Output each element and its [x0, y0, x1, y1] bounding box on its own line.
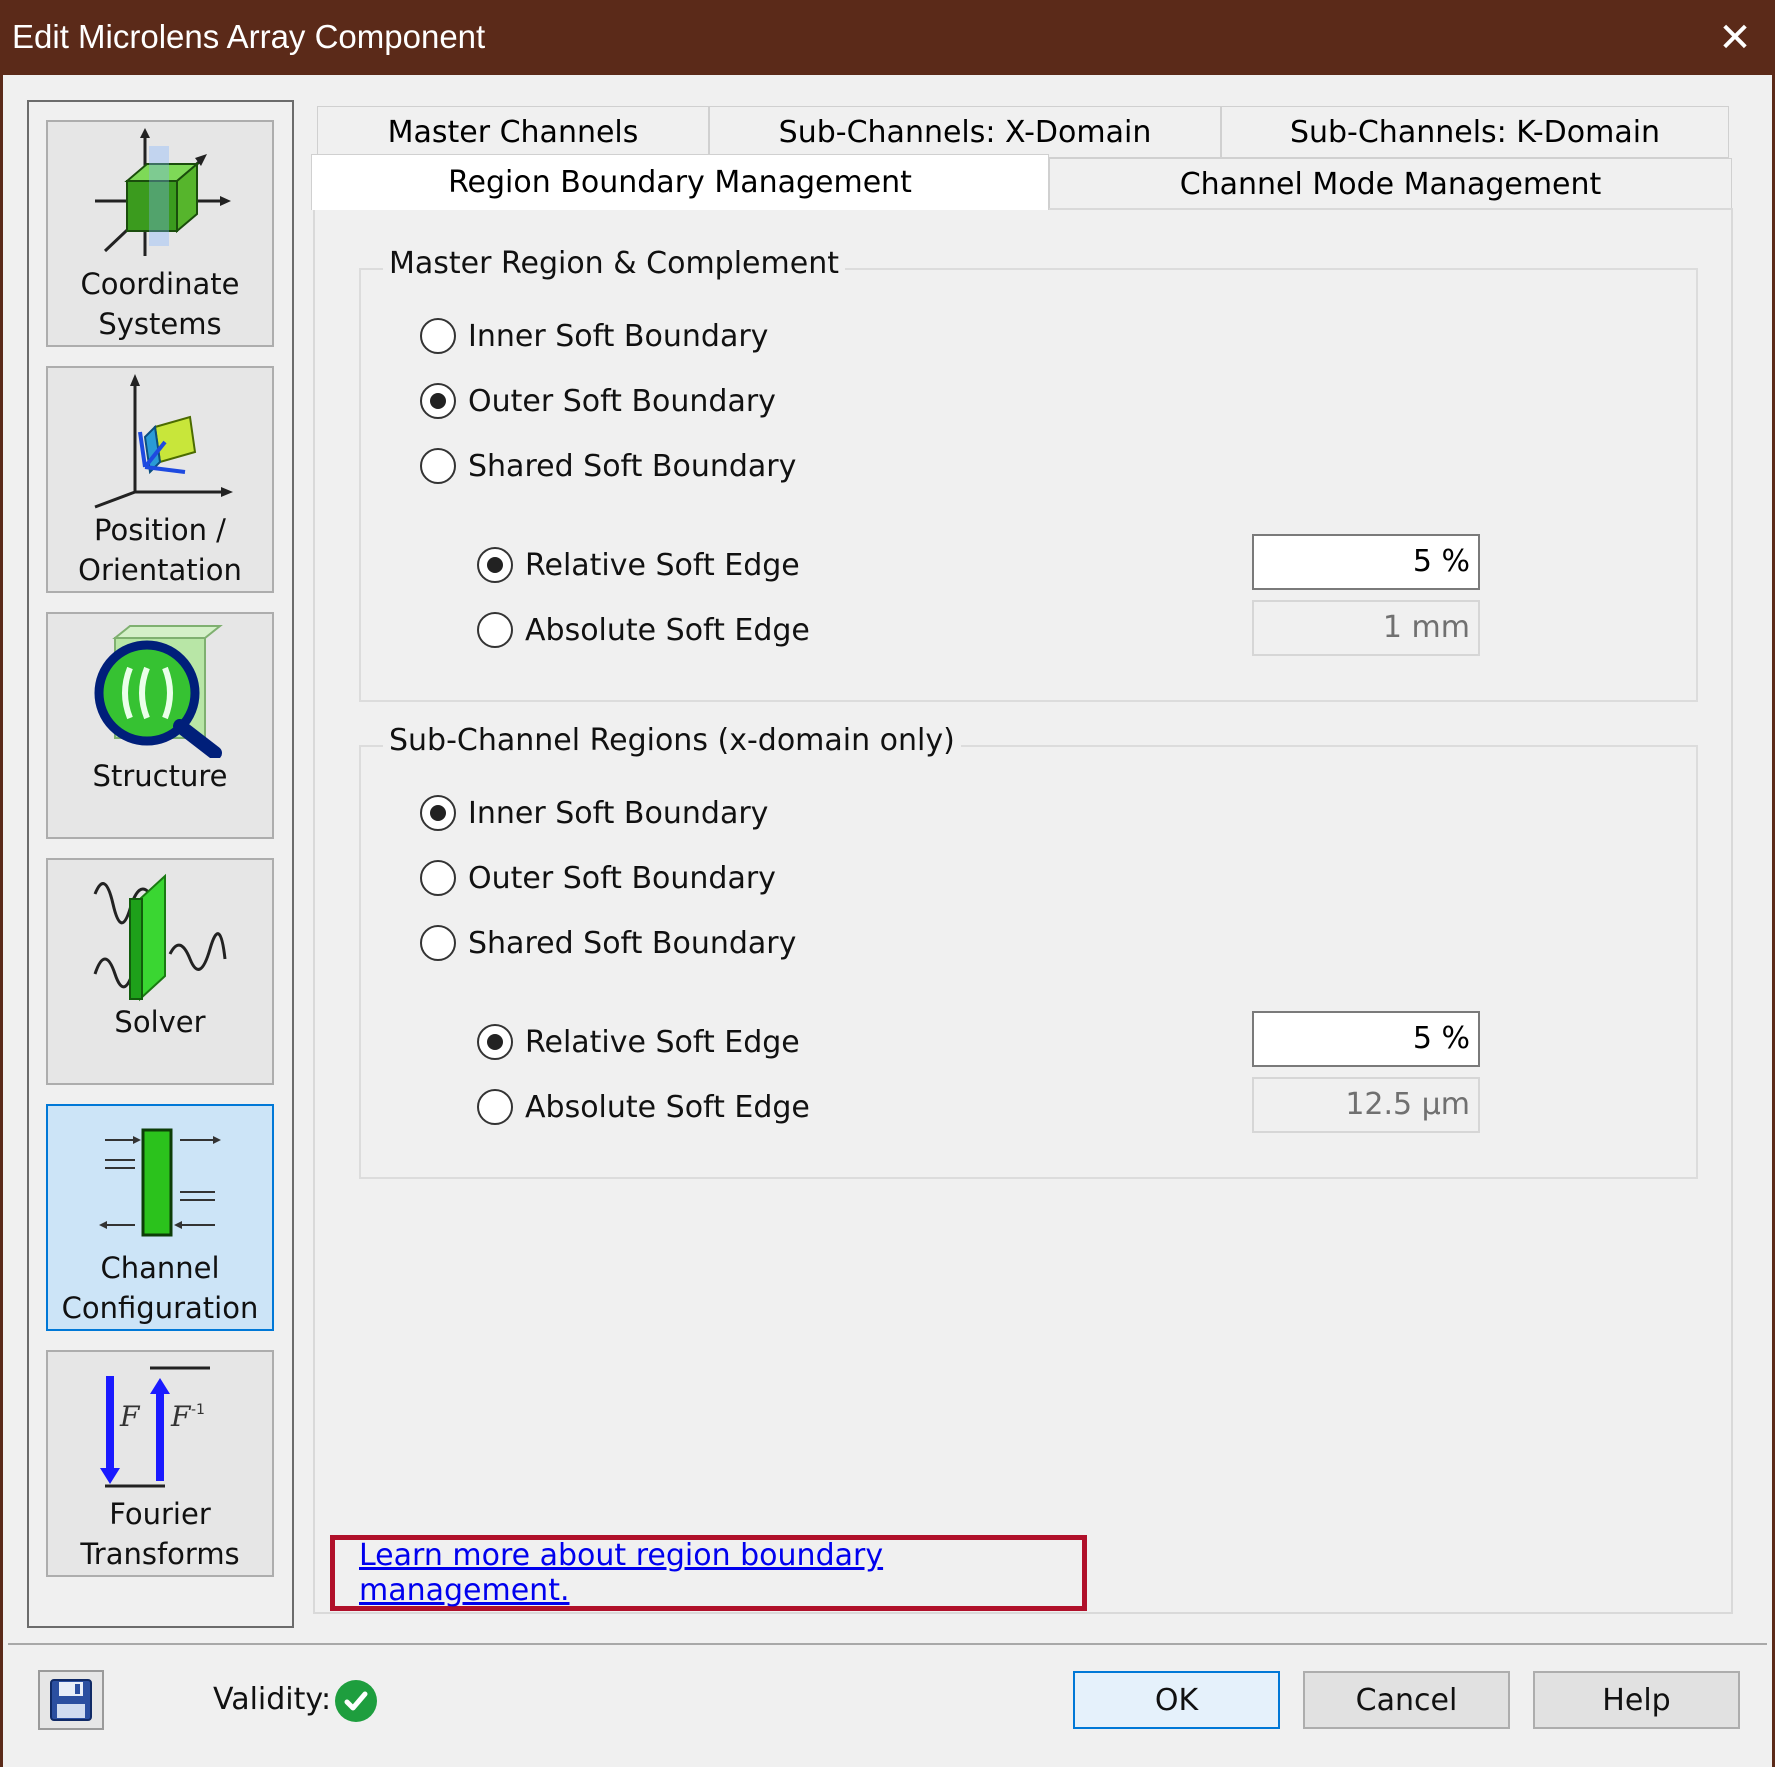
master-absolute-soft-edge-radio[interactable]: Absolute Soft Edge [477, 612, 810, 648]
radio-circle [420, 448, 456, 484]
sidebar-item-label: Structure [92, 759, 228, 793]
footer-separator [8, 1643, 1767, 1645]
radio-circle [420, 795, 456, 831]
tab-sub-channels-k-domain[interactable]: Sub-Channels: K-Domain [1221, 106, 1729, 158]
sidebar-item-structure[interactable]: Structure [46, 612, 274, 839]
master-relative-soft-edge-input[interactable]: 5 % [1252, 534, 1480, 590]
sidebar-item-fourier-transforms[interactable]: F F -1 Fourier Transforms [46, 1350, 274, 1577]
radio-circle [477, 1089, 513, 1125]
radio-circle [477, 612, 513, 648]
channel-configuration-icon [99, 1128, 221, 1237]
sidebar-item-coordinate-systems[interactable]: Coordinate Systems [46, 120, 274, 347]
help-button[interactable]: Help [1533, 1671, 1740, 1729]
tab-master-channels[interactable]: Master Channels [317, 106, 709, 158]
radio-circle [477, 1024, 513, 1060]
master-outer-soft-boundary-radio[interactable]: Outer Soft Boundary [420, 383, 776, 419]
coordinate-systems-icon [95, 128, 231, 256]
validity-label: Validity: [213, 1682, 332, 1717]
master-shared-soft-boundary-radio[interactable]: Shared Soft Boundary [420, 448, 796, 484]
radio-label: Outer Soft Boundary [468, 860, 776, 896]
check-icon [335, 1680, 377, 1722]
radio-circle [477, 547, 513, 583]
radio-label: Inner Soft Boundary [468, 318, 769, 354]
close-icon[interactable]: ✕ [1705, 8, 1765, 68]
sidebar-item-label: Fourier Transforms [80, 1497, 240, 1571]
sidebar-item-position-orientation[interactable]: Position / Orientation [46, 366, 274, 593]
group-title: Master Region & Complement [383, 246, 845, 281]
sidebar-item-label: Position / Orientation [78, 513, 242, 587]
cancel-button[interactable]: Cancel [1303, 1671, 1510, 1729]
tab-sub-channels-x-domain[interactable]: Sub-Channels: X-Domain [709, 106, 1221, 158]
sub-relative-soft-edge-input[interactable]: 5 % [1252, 1011, 1480, 1067]
group-title: Sub-Channel Regions (x-domain only) [383, 723, 961, 758]
sidebar-item-label: Coordinate Systems [80, 267, 240, 341]
learn-more-highlight: Learn more about region boundary managem… [330, 1535, 1087, 1611]
radio-label: Absolute Soft Edge [525, 612, 810, 648]
svg-text:F: F [170, 1400, 192, 1433]
save-button[interactable] [38, 1670, 104, 1730]
radio-label: Outer Soft Boundary [468, 383, 776, 419]
learn-more-link[interactable]: Learn more about region boundary managem… [359, 1538, 1082, 1608]
master-absolute-soft-edge-input[interactable]: 1 mm [1252, 600, 1480, 656]
sub-outer-soft-boundary-radio[interactable]: Outer Soft Boundary [420, 860, 776, 896]
solver-icon [93, 873, 227, 1002]
tab-region-boundary-management[interactable]: Region Boundary Management [311, 154, 1049, 210]
svg-text:-1: -1 [191, 1402, 205, 1418]
ok-button[interactable]: OK [1073, 1671, 1280, 1729]
position-orientation-icon [94, 374, 233, 509]
master-inner-soft-boundary-radio[interactable]: Inner Soft Boundary [420, 318, 768, 354]
sub-shared-soft-boundary-radio[interactable]: Shared Soft Boundary [420, 925, 796, 961]
title-bar: Edit Microlens Array Component ✕ [0, 0, 1775, 75]
radio-label: Absolute Soft Edge [525, 1089, 810, 1125]
save-icon [50, 1679, 92, 1721]
radio-circle [420, 318, 456, 354]
fourier-transforms-icon: F F -1 [100, 1366, 210, 1488]
sub-inner-soft-boundary-radio[interactable]: Inner Soft Boundary [420, 795, 768, 831]
radio-circle [420, 383, 456, 419]
tab-channel-mode-management[interactable]: Channel Mode Management [1049, 158, 1732, 210]
radio-circle [420, 860, 456, 896]
sidebar-item-label: Solver [114, 1005, 206, 1039]
sub-relative-soft-edge-radio[interactable]: Relative Soft Edge [477, 1024, 800, 1060]
master-relative-soft-edge-radio[interactable]: Relative Soft Edge [477, 547, 800, 583]
radio-label: Relative Soft Edge [525, 547, 800, 583]
radio-label: Shared Soft Boundary [468, 448, 797, 484]
sidebar-item-solver[interactable]: Solver [46, 858, 274, 1085]
sidebar-item-channel-configuration[interactable]: Channel Configuration [46, 1104, 274, 1331]
radio-label: Shared Soft Boundary [468, 925, 797, 961]
svg-text:F: F [119, 1400, 141, 1433]
sidebar-item-label: Channel Configuration [61, 1251, 259, 1325]
sub-absolute-soft-edge-input[interactable]: 12.5 µm [1252, 1077, 1480, 1133]
radio-label: Relative Soft Edge [525, 1024, 800, 1060]
sub-absolute-soft-edge-radio[interactable]: Absolute Soft Edge [477, 1089, 810, 1125]
window-title: Edit Microlens Array Component [12, 18, 486, 55]
sidebar: Coordinate Systems Position / Orientatio… [27, 100, 294, 1628]
radio-circle [420, 925, 456, 961]
structure-icon [94, 625, 223, 758]
radio-label: Inner Soft Boundary [468, 795, 769, 831]
window-frame-left [0, 75, 3, 1767]
